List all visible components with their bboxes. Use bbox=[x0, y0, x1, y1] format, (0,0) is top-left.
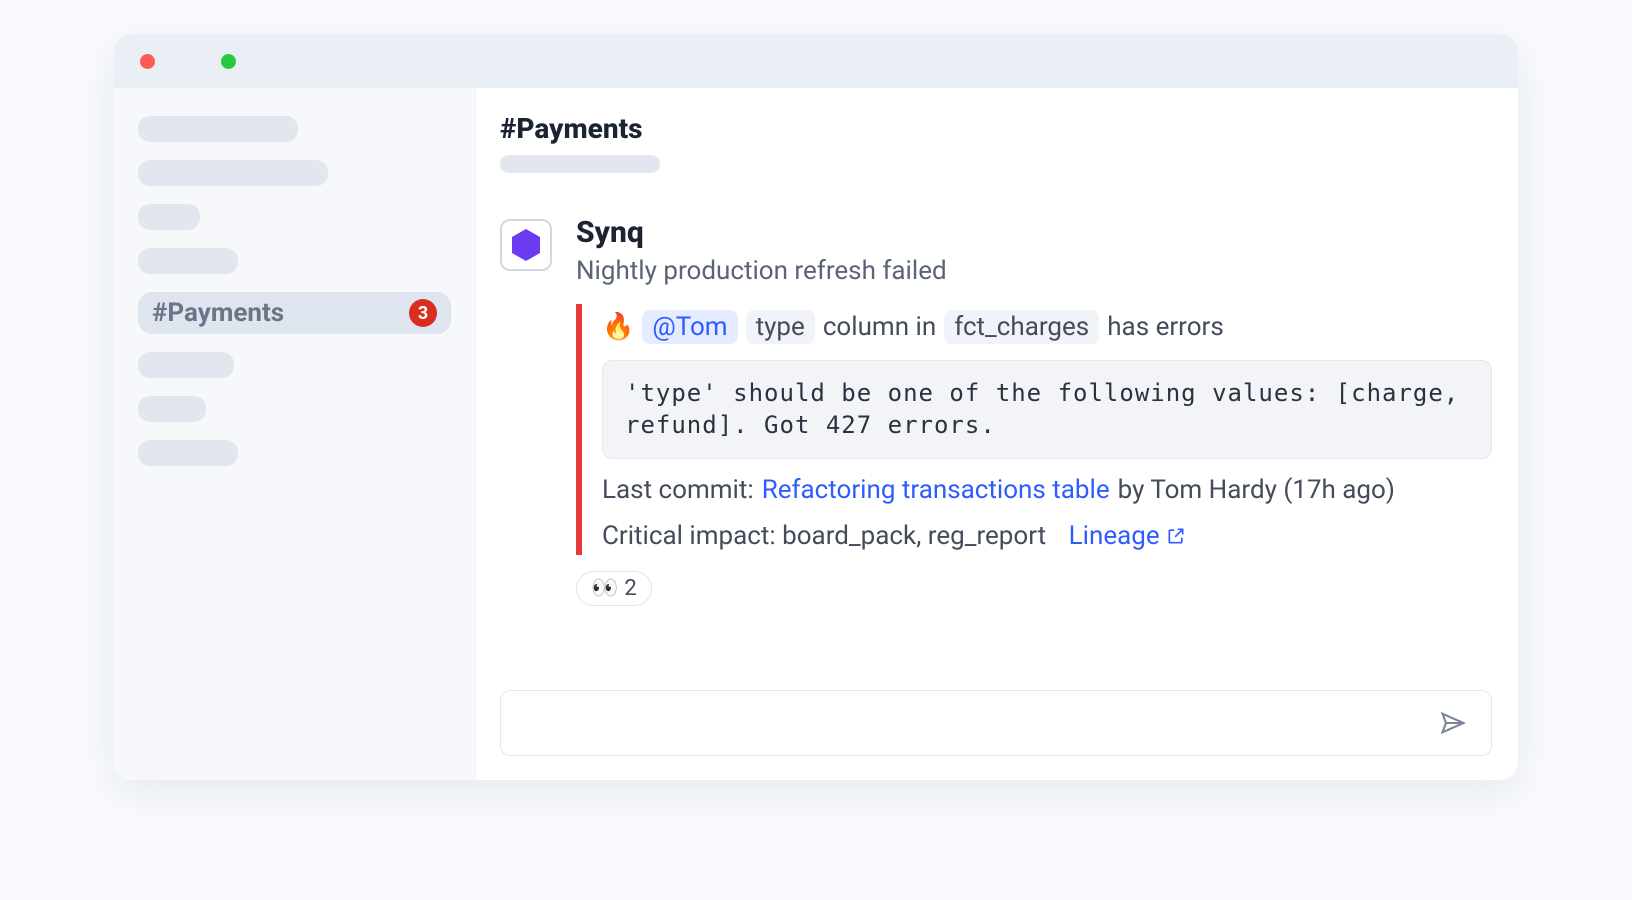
channel-pane: #Payments Synq Nightly production refres… bbox=[476, 88, 1518, 780]
window-zoom-button[interactable] bbox=[221, 54, 236, 69]
reaction-count: 2 bbox=[624, 576, 636, 601]
eyes-icon: 👀 bbox=[591, 576, 618, 601]
last-commit-line: Last commit: Refactoring transactions ta… bbox=[602, 475, 1492, 505]
last-commit-label: Last commit: bbox=[602, 475, 754, 505]
error-code-block: 'type' should be one of the following va… bbox=[602, 360, 1492, 459]
sidebar-item-placeholder bbox=[138, 248, 238, 274]
message-body: Synq Nightly production refresh failed 🔥… bbox=[576, 215, 1492, 606]
lineage-link[interactable]: Lineage bbox=[1069, 521, 1186, 551]
message: Synq Nightly production refresh failed 🔥… bbox=[500, 215, 1492, 606]
sidebar-item-label: #Payments bbox=[152, 298, 284, 328]
sidebar-item-placeholder bbox=[138, 396, 206, 422]
app-avatar bbox=[500, 219, 552, 271]
external-link-icon bbox=[1166, 526, 1186, 546]
alert-block: 🔥 @Tom type column in fct_charges has er… bbox=[576, 304, 1492, 555]
sidebar-item-placeholder bbox=[138, 116, 298, 142]
channel-title: #Payments bbox=[500, 112, 1492, 145]
sidebar-item-placeholder bbox=[138, 352, 234, 378]
app-window: #Payments 3 #Payments Synq Nightly produ… bbox=[114, 34, 1518, 780]
critical-impact-line: Critical impact: board_pack, reg_report … bbox=[602, 521, 1492, 551]
titlebar bbox=[114, 34, 1518, 88]
sidebar-item-payments[interactable]: #Payments 3 bbox=[138, 292, 451, 334]
fire-icon: 🔥 bbox=[602, 312, 634, 342]
send-icon[interactable] bbox=[1439, 709, 1467, 737]
alert-text: has errors bbox=[1107, 312, 1224, 342]
reactions-bar: 👀 2 bbox=[576, 571, 1492, 606]
mention-chip[interactable]: @Tom bbox=[642, 310, 737, 344]
sidebar-item-placeholder bbox=[138, 160, 328, 186]
table-chip: fct_charges bbox=[944, 310, 1099, 344]
channel-subtitle-placeholder bbox=[500, 155, 660, 173]
impact-text: Critical impact: board_pack, reg_report bbox=[602, 521, 1046, 551]
app-body: #Payments 3 #Payments Synq Nightly produ… bbox=[114, 88, 1518, 780]
alert-summary-line: 🔥 @Tom type column in fct_charges has er… bbox=[602, 310, 1492, 344]
synq-logo-icon bbox=[512, 229, 540, 261]
lineage-link-label: Lineage bbox=[1069, 521, 1160, 551]
sidebar-item-placeholder bbox=[138, 204, 200, 230]
sidebar-item-placeholder bbox=[138, 440, 238, 466]
message-author: Synq bbox=[576, 215, 1492, 250]
unread-badge: 3 bbox=[409, 299, 437, 327]
column-chip: type bbox=[746, 310, 815, 344]
window-close-button[interactable] bbox=[140, 54, 155, 69]
reaction-eyes[interactable]: 👀 2 bbox=[576, 571, 652, 606]
message-composer[interactable] bbox=[500, 690, 1492, 756]
alert-text: column in bbox=[823, 312, 936, 342]
commit-author-time: by Tom Hardy (17h ago) bbox=[1118, 475, 1395, 505]
sidebar: #Payments 3 bbox=[114, 88, 476, 780]
message-subject: Nightly production refresh failed bbox=[576, 256, 1492, 286]
commit-link[interactable]: Refactoring transactions table bbox=[762, 475, 1110, 505]
